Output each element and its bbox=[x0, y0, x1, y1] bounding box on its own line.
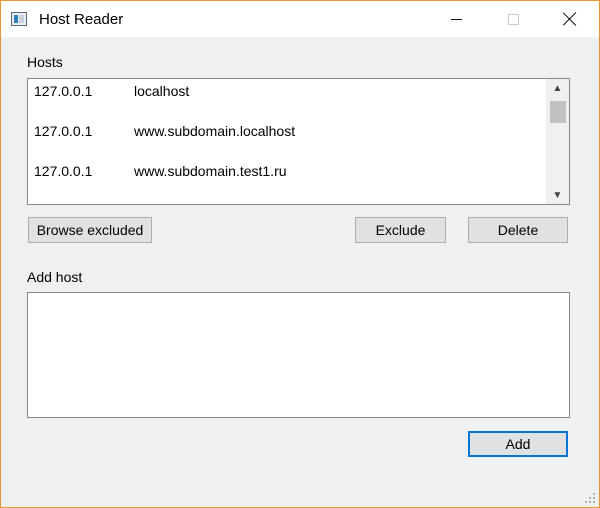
add-host-input[interactable] bbox=[27, 292, 570, 418]
host-name: localhost bbox=[134, 83, 190, 99]
host-name: www.subdomain.test1.ru bbox=[134, 163, 287, 179]
main-window: Host Reader Hosts 127.0.0.1 localhost 12… bbox=[0, 0, 600, 508]
list-item[interactable]: 127.0.0.1 www.subdomain.test1.ru bbox=[34, 163, 287, 183]
scroll-thumb[interactable] bbox=[550, 101, 566, 123]
host-ip: 127.0.0.1 bbox=[34, 163, 93, 179]
browse-excluded-button[interactable]: Browse excluded bbox=[28, 217, 152, 243]
resize-grip-icon[interactable] bbox=[585, 493, 595, 503]
window-title: Host Reader bbox=[39, 11, 124, 28]
chevron-up-icon[interactable]: ▲ bbox=[546, 79, 569, 97]
hosts-label: Hosts bbox=[27, 54, 63, 70]
host-name: www.subdomain.localhost bbox=[134, 123, 296, 139]
app-icon bbox=[11, 12, 27, 26]
exclude-button[interactable]: Exclude bbox=[355, 217, 446, 243]
maximize-button[interactable] bbox=[490, 1, 536, 37]
add-button[interactable]: Add bbox=[468, 431, 568, 457]
title-bar[interactable]: Host Reader bbox=[1, 1, 599, 37]
minimize-button[interactable] bbox=[433, 1, 479, 37]
host-ip: 127.0.0.1 bbox=[34, 83, 93, 99]
maximize-icon bbox=[507, 13, 519, 25]
list-item[interactable]: 127.0.0.1 localhost bbox=[34, 83, 189, 103]
add-host-label: Add host bbox=[27, 269, 83, 285]
hosts-scrollbar[interactable]: ▲ ▼ bbox=[546, 79, 569, 204]
minimize-icon bbox=[450, 18, 462, 20]
hosts-list[interactable]: 127.0.0.1 localhost 127.0.0.1 www.subdom… bbox=[27, 78, 570, 205]
close-icon bbox=[563, 12, 577, 26]
chevron-down-icon[interactable]: ▼ bbox=[546, 186, 569, 204]
host-ip: 127.0.0.1 bbox=[34, 123, 93, 139]
list-item[interactable]: 127.0.0.1 www.subdomain.localhost bbox=[34, 123, 295, 143]
close-button[interactable] bbox=[547, 1, 593, 37]
delete-button[interactable]: Delete bbox=[468, 217, 568, 243]
